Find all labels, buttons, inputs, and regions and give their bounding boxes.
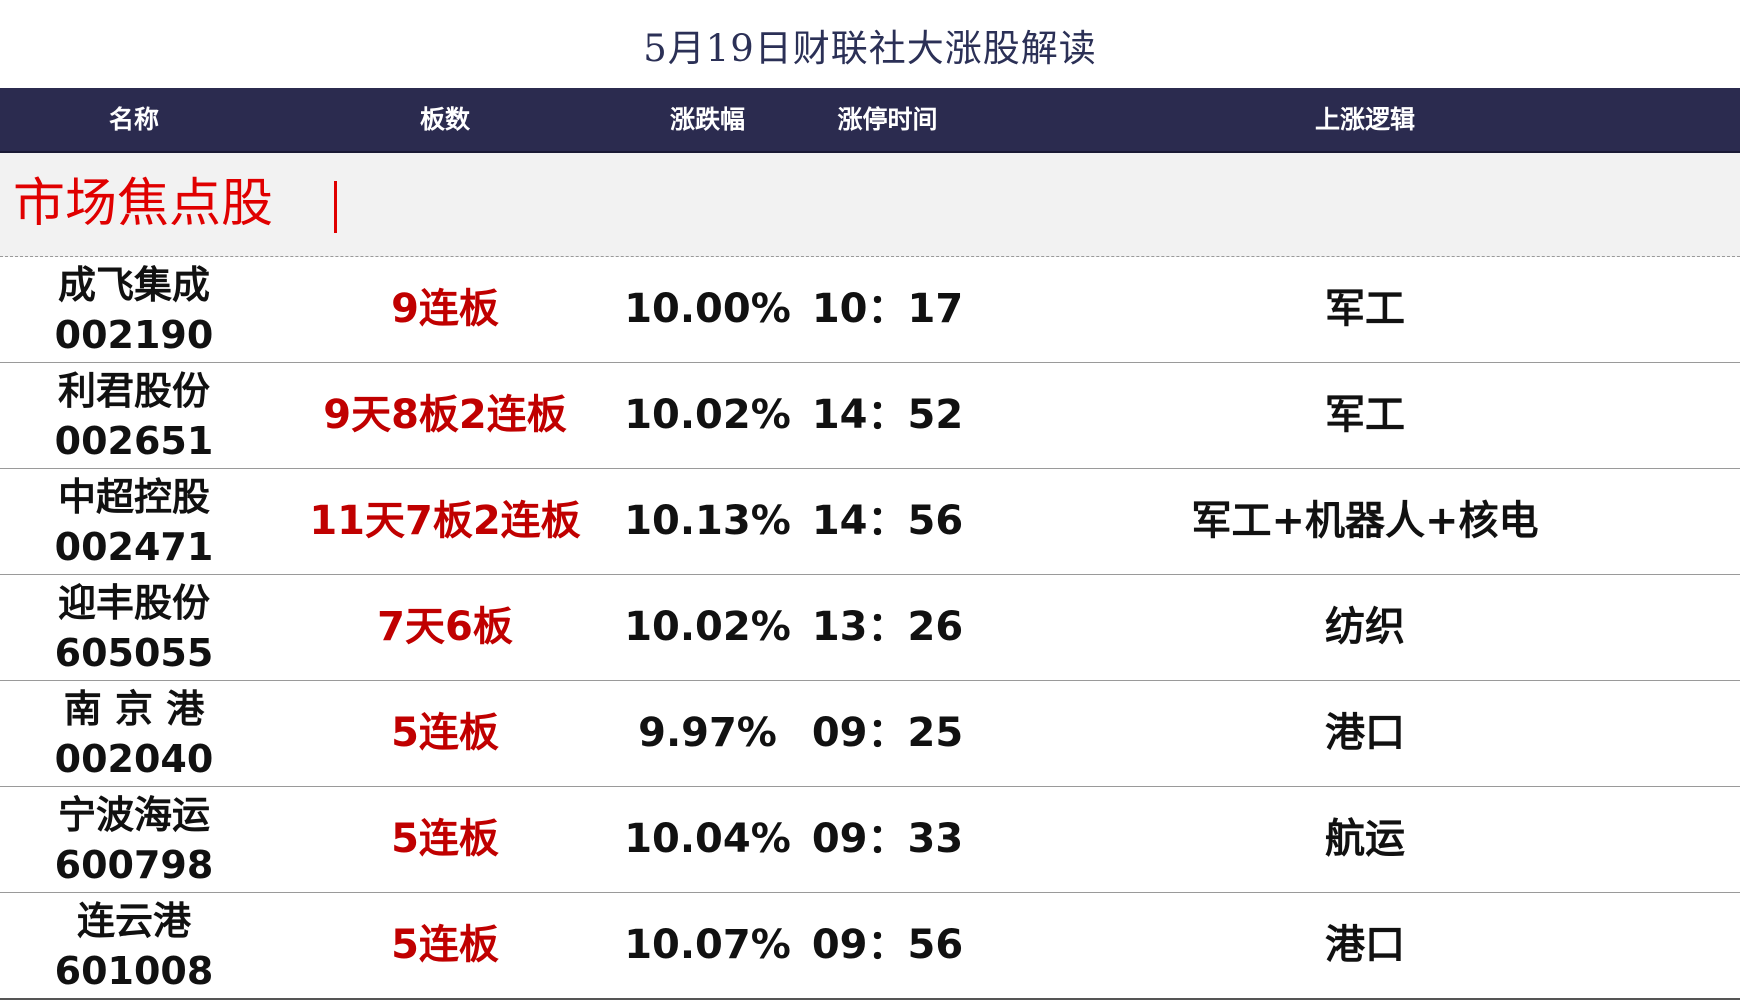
change-value: 10.02%: [624, 392, 791, 438]
limit-time-value: 14：56: [811, 498, 964, 544]
logic-value: 港口: [1325, 710, 1405, 756]
stock-code: 605055: [54, 631, 214, 675]
stock-name: 迎丰股份: [57, 581, 210, 625]
stock-code: 601008: [54, 949, 214, 993]
logic-value: 港口: [1325, 922, 1405, 968]
stock-cell: 南 京 港 002040: [0, 681, 268, 786]
logic-value: 军工: [1325, 392, 1405, 438]
stock-name: 宁波海运: [57, 793, 210, 837]
change-value: 10.04%: [624, 816, 791, 862]
stock-table-body: 成飞集成 002190 9连板 10.00% 10：17 军工 利君股份 002…: [0, 257, 1740, 1000]
table-row: 利君股份 002651 9天8板2连板 10.02% 14：52 军工: [0, 363, 1740, 469]
stock-cell: 迎丰股份 605055: [0, 575, 268, 680]
boards-value: 11天7板2连板: [309, 498, 581, 544]
section-market-focus: 市场焦点股: [0, 153, 1740, 257]
logic-value: 军工: [1325, 286, 1405, 332]
limit-time-value: 09：25: [811, 710, 964, 756]
table-header: 名称 板数 涨跌幅 涨停时间 上涨逻辑: [0, 88, 1740, 153]
stock-name: 成飞集成: [57, 263, 210, 307]
limit-time-value: 09：33: [811, 816, 964, 862]
header-change: 涨跌幅: [669, 105, 745, 134]
stock-code: 002651: [54, 419, 214, 463]
page-title: 5月19日财联社大涨股解读: [643, 27, 1097, 70]
stock-name: 南 京 港: [63, 687, 205, 731]
boards-value: 5连板: [391, 710, 499, 756]
stock-code: 002040: [54, 737, 214, 781]
stock-cell: 利君股份 002651: [0, 363, 268, 468]
stock-cell: 宁波海运 600798: [0, 787, 268, 892]
change-value: 10.13%: [624, 498, 791, 544]
table-row: 宁波海运 600798 5连板 10.04% 09：33 航运: [0, 787, 1740, 893]
boards-value: 7天6板: [377, 604, 513, 650]
limit-time-value: 10：17: [811, 286, 964, 332]
section-divider-bar: [334, 181, 337, 233]
stock-code: 002471: [54, 525, 214, 569]
limit-time-value: 13：26: [811, 604, 964, 650]
header-limit-time: 涨停时间: [837, 105, 938, 134]
stock-cell: 连云港 601008: [0, 893, 268, 998]
stock-code: 600798: [54, 843, 214, 887]
table-row: 中超控股 002471 11天7板2连板 10.13% 14：56 军工+机器人…: [0, 469, 1740, 575]
stock-cell: 成飞集成 002190: [0, 257, 268, 362]
boards-value: 9连板: [391, 286, 499, 332]
table-row: 迎丰股份 605055 7天6板 10.02% 13：26 纺织: [0, 575, 1740, 681]
stock-name: 利君股份: [57, 369, 210, 413]
section-title: 市场焦点股: [13, 174, 274, 234]
change-value: 10.07%: [624, 922, 791, 968]
stock-cell: 中超控股 002471: [0, 469, 268, 574]
stock-name: 连云港: [76, 899, 191, 943]
limit-time-value: 09：56: [811, 922, 964, 968]
limit-time-value: 14：52: [811, 392, 964, 438]
boards-value: 9天8板2连板: [323, 392, 567, 438]
change-value: 10.00%: [624, 286, 791, 332]
page: 5月19日财联社大涨股解读 名称 板数 涨跌幅 涨停时间 上涨逻辑 市场焦点股 …: [0, 0, 1740, 1000]
table-row: 连云港 601008 5连板 10.07% 09：56 港口: [0, 893, 1740, 1000]
logic-value: 纺织: [1325, 604, 1405, 650]
stock-code: 002190: [54, 313, 214, 357]
table-row: 成飞集成 002190 9连板 10.00% 10：17 军工: [0, 257, 1740, 363]
boards-value: 5连板: [391, 922, 499, 968]
boards-value: 5连板: [391, 816, 499, 862]
header-boards: 板数: [419, 105, 470, 134]
header-logic: 上涨逻辑: [1314, 105, 1415, 134]
logic-value: 航运: [1325, 816, 1405, 862]
change-value: 9.97%: [638, 710, 777, 756]
change-value: 10.02%: [624, 604, 791, 650]
table-row: 南 京 港 002040 5连板 9.97% 09：25 港口: [0, 681, 1740, 787]
logic-value: 军工+机器人+核电: [1191, 498, 1539, 544]
header-name: 名称: [108, 105, 159, 134]
stock-name: 中超控股: [57, 475, 210, 519]
